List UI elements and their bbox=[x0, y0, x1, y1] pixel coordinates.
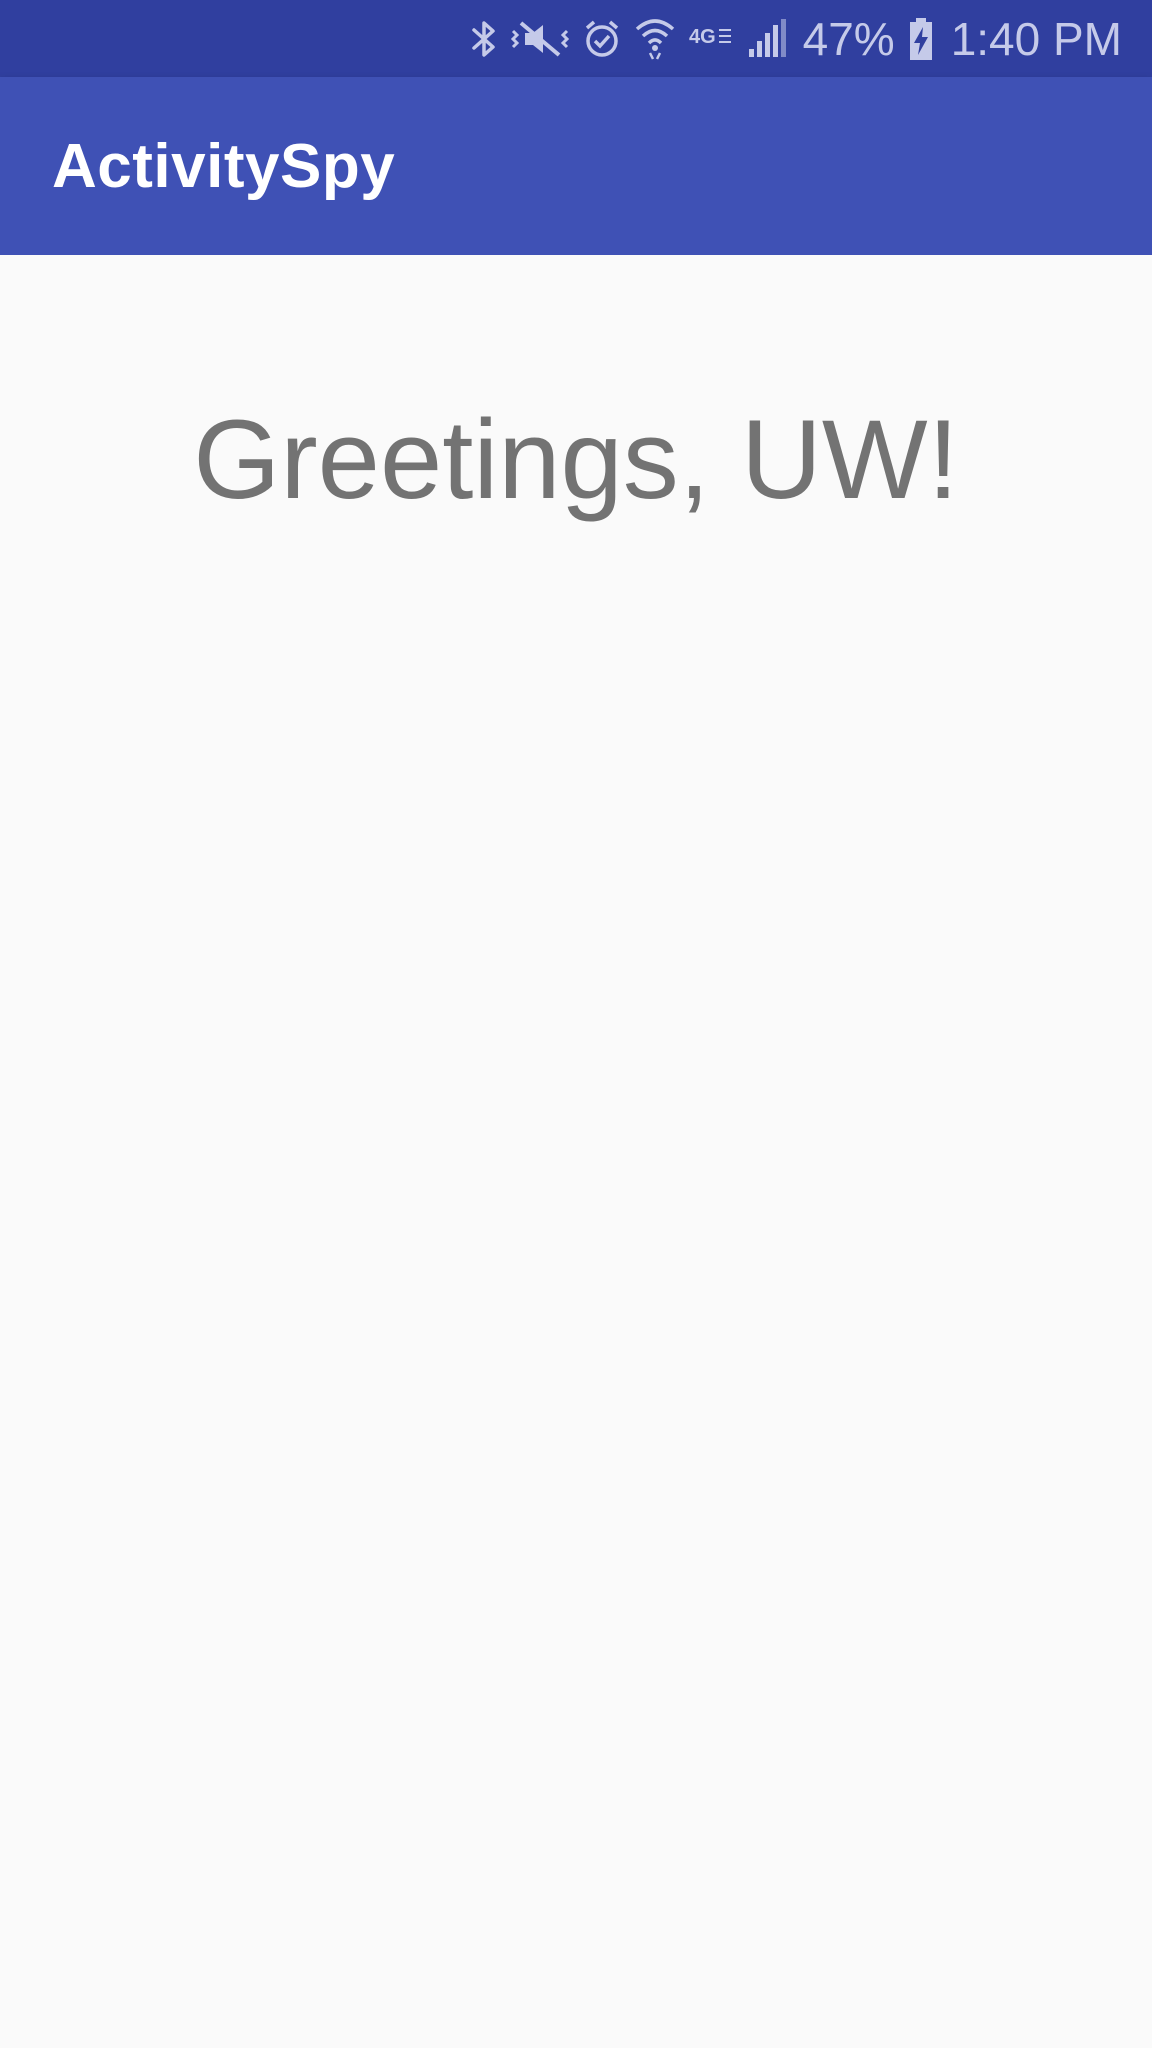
vibrate-mute-icon bbox=[510, 15, 569, 63]
battery-percent: 47% bbox=[802, 12, 895, 65]
greeting-text: Greetings, UW! bbox=[193, 397, 959, 522]
app-title: ActivitySpy bbox=[52, 131, 396, 201]
bluetooth-icon bbox=[471, 15, 497, 63]
battery-charging-icon bbox=[909, 15, 933, 63]
app-bar: ActivitySpy bbox=[0, 77, 1152, 255]
network-label: 4G bbox=[689, 26, 716, 48]
main-content: Greetings, UW! bbox=[0, 255, 1152, 2048]
status-clock: 1:40 PM bbox=[950, 12, 1122, 65]
alarm-icon bbox=[583, 15, 621, 63]
lte-icon: 4G bbox=[689, 15, 733, 63]
status-bar: 4G 47% 1:40 PM bbox=[0, 0, 1152, 77]
wifi-icon bbox=[635, 15, 675, 63]
status-icons: 4G 47% 1:40 PM bbox=[471, 15, 1122, 63]
signal-icon bbox=[747, 15, 787, 63]
